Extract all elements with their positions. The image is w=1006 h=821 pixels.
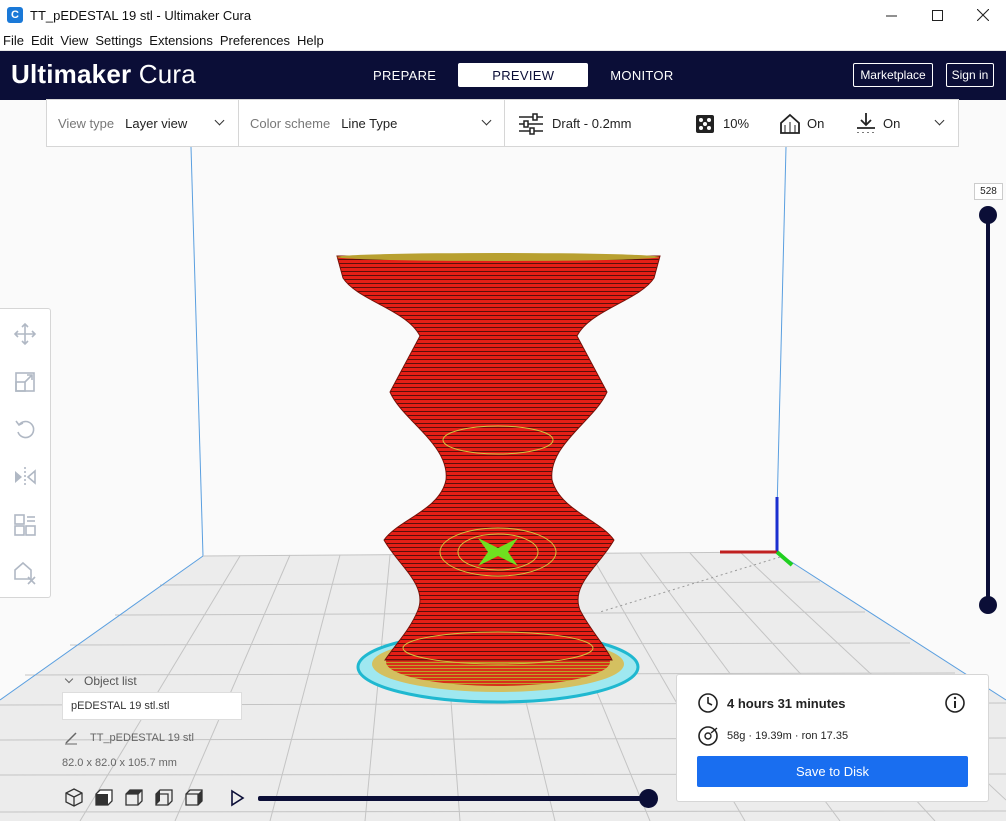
pencil-icon [65,732,77,745]
simulation-progress-track[interactable] [258,796,650,801]
minimize-icon[interactable] [868,0,914,30]
stage-tabs: PREPARE PREVIEW MONITOR [355,63,696,87]
brand-name-bold: Ultimaker [11,59,132,89]
mirror-icon[interactable] [12,464,38,490]
menu-extensions[interactable]: Extensions [146,33,217,48]
infill-icon [695,114,715,137]
menu-help[interactable]: Help [294,33,328,48]
print-settings-selector[interactable]: Draft - 0.2mm 10% On On [505,100,958,146]
simulation-progress-handle[interactable] [639,789,658,808]
chevron-down-icon [934,115,945,126]
info-icon[interactable] [944,692,966,717]
adhesion-value: On [883,116,901,131]
left-view-icon[interactable] [153,786,175,808]
chevron-down-icon [481,115,492,126]
object-dimensions: 82.0 x 82.0 x 105.7 mm [62,757,177,769]
material-usage: 58g · 19.39m · ron 17.35 [727,730,849,742]
sign-in-button[interactable]: Sign in [946,63,994,87]
chevron-down-icon [64,674,74,684]
layer-slider-top-handle[interactable] [979,206,997,224]
cura-app-icon: C [7,7,23,23]
tab-monitor[interactable]: MONITOR [592,63,691,87]
menu-settings[interactable]: Settings [92,33,146,48]
adhesion-icon [855,112,877,137]
object-name[interactable]: TT_pEDESTAL 19 stl [64,731,194,745]
settings-sliders-icon [518,113,544,138]
profile-name: Draft - 0.2mm [552,116,632,131]
per-model-settings-icon[interactable] [12,512,38,538]
chevron-down-icon [214,115,225,126]
brand-logo: Ultimaker Cura [11,59,196,90]
app-header: Ultimaker Cura PREPARE PREVIEW MONITOR M… [0,51,1006,100]
print-time-row: 4 hours 31 minutes [697,692,845,714]
view-type-value: Layer view [125,115,188,131]
support-value: On [807,116,825,131]
menu-view[interactable]: View [57,33,92,48]
right-view-icon[interactable] [183,786,205,808]
color-scheme-value: Line Type [341,115,398,131]
brand-name-light: Cura [138,59,196,89]
layer-slider-bottom-handle[interactable] [979,596,997,614]
color-scheme-label: Color scheme [250,115,331,131]
object-name-text: TT_pEDESTAL 19 stl [90,732,194,744]
tab-preview[interactable]: PREVIEW [458,63,589,87]
object-list-item[interactable]: pEDESTAL 19 stl.stl [62,692,242,720]
spool-icon [698,726,718,746]
title-bar: C TT_pEDESTAL 19 stl - Ultimaker Cura [0,0,1006,30]
save-to-disk-button[interactable]: Save to Disk [697,756,968,787]
menu-bar: File Edit View Settings Extensions Prefe… [0,30,1006,51]
material-usage-row: 58g · 19.39m · ron 17.35 [697,725,848,747]
object-list-label: Object list [84,674,137,688]
support-icon [779,113,801,138]
layer-slider-track[interactable] [986,214,990,606]
view-type-label: View type [58,115,115,131]
support-blocker-icon[interactable] [12,560,38,586]
move-icon[interactable] [12,321,38,347]
close-icon[interactable] [960,0,1006,30]
marketplace-button[interactable]: Marketplace [853,63,933,87]
menu-edit[interactable]: Edit [28,33,57,48]
top-view-icon[interactable] [123,786,145,808]
color-scheme-dropdown[interactable]: Color scheme Line Type [239,100,505,146]
view-settings-toolbar: View type Layer view Color scheme Line T… [46,99,959,147]
rotate-icon[interactable] [12,416,38,442]
play-icon[interactable] [228,789,246,807]
front-view-icon[interactable] [93,786,115,808]
tab-prepare[interactable]: PREPARE [355,63,454,87]
view-type-dropdown[interactable]: View type Layer view [47,100,239,146]
transform-tools-panel [0,308,51,598]
print-time: 4 hours 31 minutes [727,695,846,711]
object-list-toggle[interactable]: Object list [64,674,137,688]
window-controls [868,0,1006,30]
window-title: TT_pEDESTAL 19 stl - Ultimaker Cura [30,7,252,23]
print-information-panel: 4 hours 31 minutes 58g · 19.39m · ron 17… [676,674,989,802]
layer-number-badge[interactable]: 528 [974,183,1003,200]
menu-file[interactable]: File [0,33,28,48]
maximize-icon[interactable] [914,0,960,30]
scale-icon[interactable] [12,369,38,395]
clock-icon [698,693,718,713]
3d-view-icon[interactable] [63,786,85,808]
infill-value: 10% [723,116,750,131]
menu-preferences[interactable]: Preferences [217,33,294,48]
